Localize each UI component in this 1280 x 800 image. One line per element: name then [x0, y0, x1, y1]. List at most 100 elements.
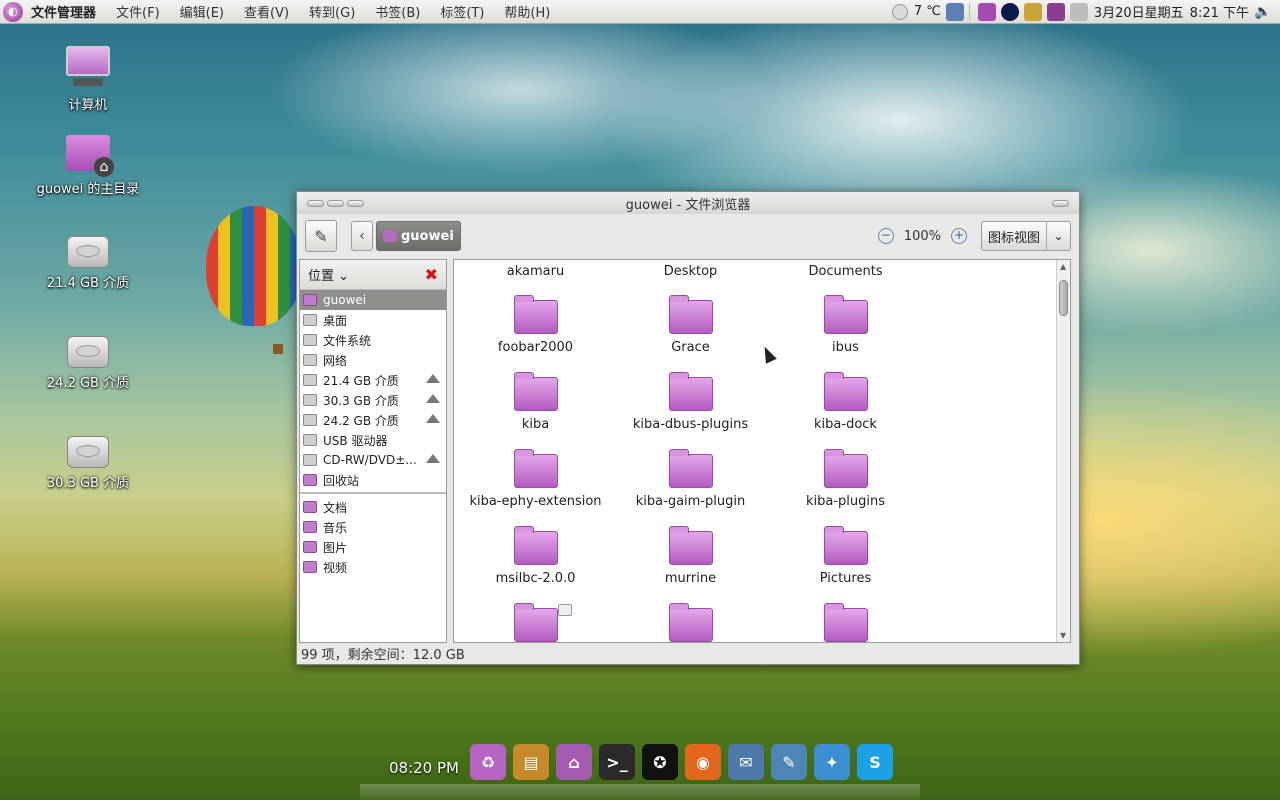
sidebar-item-bookmark[interactable]: 视频 — [300, 557, 446, 577]
text-editor-icon[interactable]: ✎ — [771, 744, 807, 780]
drive-icon — [67, 336, 109, 368]
home-folder-icon[interactable]: ⌂ — [556, 744, 592, 780]
desktop-icon-drive-24[interactable]: 24.2 GB 介质 — [33, 336, 143, 391]
file-item[interactable]: murrine — [613, 526, 768, 586]
trash-icon[interactable]: ♻ — [470, 744, 506, 780]
settings-icon[interactable] — [977, 2, 996, 21]
terminal-icon[interactable]: >_ — [599, 744, 635, 780]
time-label[interactable]: 8:21 下午 — [1190, 2, 1249, 21]
file-item[interactable]: kiba-dock — [768, 372, 923, 432]
skype-icon[interactable]: S — [857, 744, 893, 780]
sidebar-item-place[interactable]: 21.4 GB 介质 — [300, 370, 446, 390]
close-sidebar-icon[interactable]: ✖ — [425, 265, 438, 284]
menu-go[interactable]: 转到(G) — [309, 2, 355, 21]
sidebar-separator — [300, 491, 446, 494]
menu-bookmarks[interactable]: 书签(B) — [375, 2, 420, 21]
file-item[interactable] — [458, 603, 613, 642]
sidebar-item-place[interactable]: guowei — [300, 290, 446, 310]
thunderbird-icon[interactable]: ✉ — [728, 744, 764, 780]
sidebar-item-label: 30.3 GB 介质 — [323, 393, 399, 408]
file-item[interactable]: ibus — [768, 295, 923, 355]
file-item[interactable] — [768, 603, 923, 642]
date-label[interactable]: 3月20日星期五 — [1094, 2, 1184, 21]
window-titlebar[interactable]: guowei - 文件浏览器 — [297, 192, 1079, 214]
network-icon[interactable] — [1046, 2, 1065, 21]
toolbar: ✎ ‹ guowei − 100% + 图标视图 ⌄ — [297, 214, 1079, 258]
menu-tabs[interactable]: 标签(T) — [440, 2, 484, 21]
menu-view[interactable]: 查看(V) — [244, 2, 289, 21]
moon-icon[interactable] — [1000, 2, 1019, 21]
file-item[interactable]: Documents — [768, 264, 923, 279]
file-item[interactable]: Grace — [613, 295, 768, 355]
window-body: 位置 ⌄ ✖ guowei 桌面 文件系统 网络 21.4 GB 介质 30.3 GB 介… — [299, 259, 1079, 643]
file-item[interactable]: kiba-plugins — [768, 449, 923, 509]
file-item[interactable] — [613, 603, 768, 642]
file-item[interactable]: kiba-gaim-plugin — [613, 449, 768, 509]
eject-icon[interactable] — [426, 374, 440, 383]
app-logo-icon[interactable]: ◐ — [3, 1, 23, 22]
menu-file[interactable]: 文件(F) — [116, 2, 160, 21]
file-item[interactable]: Pictures — [768, 526, 923, 586]
zoom-out-button[interactable]: − — [877, 228, 894, 244]
sidebar-item-label: 24.2 GB 介质 — [323, 413, 399, 428]
firefox-icon[interactable]: ◉ — [685, 744, 721, 780]
sidebar-title-dropdown[interactable]: 位置 ⌄ — [308, 265, 349, 284]
folder-icon — [513, 603, 558, 642]
menu-edit[interactable]: 编辑(E) — [180, 2, 224, 21]
computer-icon — [66, 46, 110, 90]
weather-temp[interactable]: 7 ℃ — [914, 4, 941, 19]
file-item-label: murrine — [664, 571, 717, 586]
vertical-scrollbar[interactable]: ▲ ▼ — [1056, 260, 1070, 642]
edit-location-button[interactable]: ✎ — [305, 220, 337, 252]
sidebar-item-bookmark[interactable]: 文档 — [300, 497, 446, 517]
folder-icon — [668, 603, 713, 642]
desktop-icon-computer[interactable]: 计算机 — [33, 46, 143, 113]
desktop-icon-drive-21[interactable]: 21.4 GB 介质 — [33, 236, 143, 291]
sidebar-item-place[interactable]: 网络 — [300, 350, 446, 370]
pidgin-icon[interactable]: ✦ — [814, 744, 850, 780]
sidebar-item-place[interactable]: USB 驱动器 — [300, 430, 446, 450]
zoom-in-button[interactable]: + — [950, 228, 967, 244]
file-item[interactable]: kiba — [458, 372, 613, 432]
window-title: guowei - 文件浏览器 — [625, 197, 751, 213]
scroll-thumb[interactable] — [1059, 280, 1068, 316]
eject-icon[interactable] — [426, 454, 440, 463]
weather-icon[interactable] — [891, 3, 908, 20]
screenshot-icon[interactable] — [945, 2, 964, 21]
volume-icon[interactable]: 🔈 — [1254, 3, 1272, 21]
home-folder-icon — [66, 135, 114, 177]
hot-air-balloon-image — [206, 206, 302, 326]
sidebar-item-bookmark[interactable]: 音乐 — [300, 517, 446, 537]
file-item[interactable]: msilbc-2.0.0 — [458, 526, 613, 586]
home-folder-icon — [383, 230, 397, 242]
qq-icon[interactable]: ✪ — [642, 744, 678, 780]
file-item[interactable]: akamaru — [458, 264, 613, 279]
printer-icon[interactable] — [1069, 2, 1088, 21]
sidebar-item-place[interactable]: 桌面 — [300, 310, 446, 330]
back-button[interactable]: ‹ — [351, 221, 373, 251]
sidebar-item-place[interactable]: 回收站 — [300, 470, 446, 490]
sidebar-item-place[interactable]: CD-RW/DVD±... — [300, 450, 446, 470]
sidebar-item-place[interactable]: 24.2 GB 介质 — [300, 410, 446, 430]
sidebar-item-place[interactable]: 30.3 GB 介质 — [300, 390, 446, 410]
desktop-icon-home[interactable]: guowei 的主目录 — [33, 135, 143, 197]
sidebar-item-label: 文档 — [323, 500, 348, 515]
path-bar-home-button[interactable]: guowei — [376, 221, 461, 251]
view-mode-select[interactable]: 图标视图 ⌄ — [980, 221, 1071, 251]
file-item[interactable]: kiba-dbus-plugins — [613, 372, 768, 432]
archive-icon[interactable]: ▤ — [513, 744, 549, 780]
scroll-up-icon[interactable]: ▲ — [1060, 262, 1066, 271]
file-item[interactable]: Desktop — [613, 264, 768, 279]
eject-icon[interactable] — [426, 414, 440, 423]
sidebar-item-bookmark[interactable]: 图片 — [300, 537, 446, 557]
file-item[interactable]: kiba-ephy-extension — [458, 449, 613, 509]
desktop-icon-drive-30[interactable]: 30.3 GB 介质 — [33, 436, 143, 491]
lock-icon[interactable] — [1023, 2, 1042, 21]
scroll-down-icon[interactable]: ▼ — [1060, 631, 1066, 640]
places-list: guowei 桌面 文件系统 网络 21.4 GB 介质 30.3 GB 介质 24.2 G… — [300, 290, 446, 490]
eject-icon[interactable] — [426, 394, 440, 403]
file-item[interactable]: foobar2000 — [458, 295, 613, 355]
sidebar-item-place[interactable]: 文件系统 — [300, 330, 446, 350]
menu-help[interactable]: 帮助(H) — [504, 2, 550, 21]
file-icon-view[interactable]: akamaru Desktop Documents foobar2000 Grace ib… — [453, 259, 1071, 643]
